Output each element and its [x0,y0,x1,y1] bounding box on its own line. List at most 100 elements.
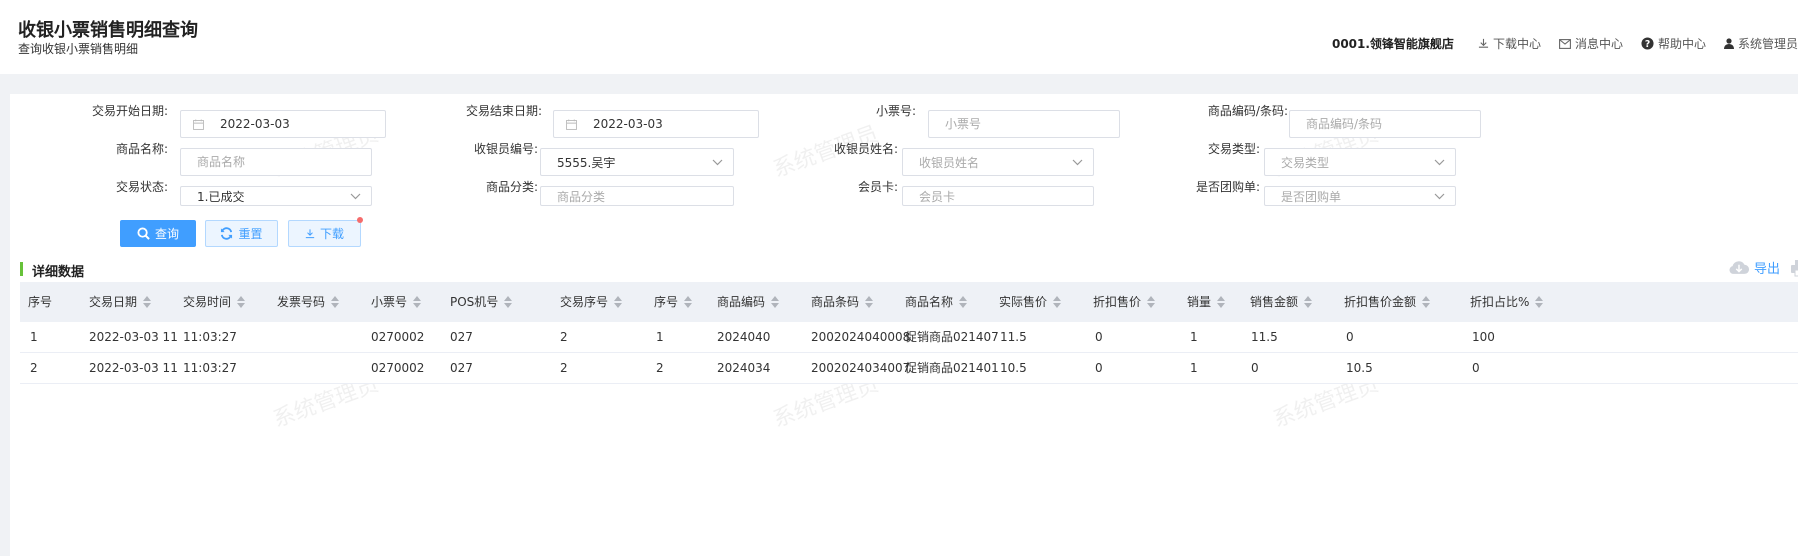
col-header[interactable]: 折扣售价 [1093,282,1156,322]
cell-discount-price: 0 [1095,330,1103,344]
trade-type-select[interactable]: 交易类型 [1264,148,1456,176]
table-header: 序号 交易日期 交易时间 发票号码 小票号 POS机号 交易序号 序号 商品编码… [20,282,1798,322]
barcode-field[interactable] [1290,111,1480,137]
cashier-no-select[interactable]: 5555.吴宇 [540,148,734,176]
end-date-picker[interactable]: 2022-03-03 [553,110,759,138]
trade-status-value: 1.已成交 [197,189,245,204]
product-name-field[interactable] [181,149,371,175]
sort-icon[interactable] [1535,296,1544,308]
sort-icon[interactable] [331,296,340,308]
col-header[interactable]: 销售金额 [1250,282,1313,322]
table-row[interactable]: 2 2022-03-03 11:03: 11:03:27 0270002 027… [20,353,1798,384]
col-header[interactable]: POS机号 [450,282,513,322]
reset-button[interactable]: 重置 [205,220,278,247]
barcode-label: 商品编码/条码: [1207,104,1288,118]
cell-product-name: 促销商品021401 [905,361,999,375]
cell-trade-time: 11:03:27 [183,330,237,344]
start-date-value: 2022-03-03 [220,117,290,131]
section-accent-bar [20,262,23,276]
cell-row-no: 2 [30,361,38,375]
category-input[interactable]: 商品分类 [540,186,734,206]
receipt-no-field[interactable] [929,111,1119,137]
sort-icon[interactable] [1053,296,1062,308]
col-header[interactable]: 商品名称 [905,282,968,322]
col-header[interactable]: 实际售价 [999,282,1062,322]
category-placeholder: 商品分类 [557,189,606,204]
cell-seq: 1 [656,330,664,344]
store-name[interactable]: 0001.领锋智能旗舰店 [1332,35,1454,52]
download-label: 下载 [319,227,344,241]
category-label: 商品分类: [485,180,538,194]
export-link[interactable]: 导出 [1754,258,1780,277]
cell-product-name: 促销商品021407 [905,330,999,344]
sort-icon[interactable] [771,296,780,308]
help-center-link[interactable]: ? 帮助中心 [1641,35,1706,52]
trade-status-select[interactable]: 1.已成交 [180,186,372,206]
sort-icon[interactable] [1422,296,1431,308]
col-header[interactable]: 折扣占比% [1470,282,1544,322]
cashier-name-select[interactable]: 收银员姓名 [902,148,1094,176]
cell-receipt-no: 0270002 [371,361,425,375]
col-header[interactable]: 交易日期 [89,282,152,322]
cell-quantity: 1 [1190,330,1198,344]
end-date-value: 2022-03-03 [593,117,663,131]
group-buy-select[interactable]: 是否团购单 [1264,186,1456,206]
sort-icon[interactable] [614,296,623,308]
main-panel: 系统管理员 系统管理员 系统管理员 系统管理员 系统管理员 系统管理员 交易开始… [10,94,1798,556]
member-card-input[interactable]: 会员卡 [902,186,1094,206]
col-header[interactable]: 折扣售价金额 [1344,282,1431,322]
calendar-icon [193,118,204,130]
trade-type-placeholder: 交易类型 [1281,155,1330,170]
col-header[interactable]: 销量 [1187,282,1226,322]
message-center-link[interactable]: 消息中心 [1559,35,1623,52]
product-name-input[interactable] [180,148,372,176]
cell-quantity: 1 [1190,361,1198,375]
col-header[interactable]: 发票号码 [277,282,340,322]
cell-discount-amount: 0 [1346,330,1354,344]
col-header[interactable]: 交易序号 [560,282,623,322]
sort-icon[interactable] [1217,296,1226,308]
cashier-no-value: 5555.吴宇 [557,155,616,170]
start-date-picker[interactable]: 2022-03-03 [180,110,386,138]
cell-actual-price: 10.5 [1000,361,1027,375]
mail-icon [1559,38,1571,49]
sort-icon[interactable] [1147,296,1156,308]
cell-discount-price: 0 [1095,361,1103,375]
col-header[interactable]: 交易时间 [183,282,246,322]
query-label: 查询 [154,227,179,241]
sort-icon[interactable] [504,296,513,308]
export-toolbar: 导出 [1728,258,1798,277]
cell-pos-no: 027 [450,361,473,375]
download-center-link[interactable]: 下载中心 [1478,35,1541,52]
col-header[interactable]: 序号 [654,282,693,322]
col-header[interactable]: 商品编码 [717,282,780,322]
download-button[interactable]: 下载 [288,217,363,247]
sort-icon[interactable] [865,296,874,308]
help-center-label: 帮助中心 [1657,37,1706,51]
sort-icon[interactable] [684,296,693,308]
user-name: 系统管理员 [1737,37,1798,51]
cloud-download-icon[interactable] [1728,259,1750,276]
sort-icon[interactable] [959,296,968,308]
search-icon [137,227,150,240]
receipt-no-input[interactable] [928,110,1120,138]
cell-discount-amount: 10.5 [1346,361,1373,375]
col-header[interactable]: 序号 [28,282,52,322]
cell-product-code: 2024040 [717,330,771,344]
col-header[interactable]: 小票号 [371,282,422,322]
download-center-label: 下载中心 [1492,37,1541,51]
sort-icon[interactable] [413,296,422,308]
barcode-input[interactable] [1289,110,1481,138]
sort-icon[interactable] [1304,296,1313,308]
user-menu[interactable]: 系统管理员 [1723,35,1798,52]
cell-trade-seq: 2 [560,361,568,375]
sort-icon[interactable] [143,296,152,308]
chevron-down-icon [350,193,361,200]
table-row[interactable]: 1 2022-03-03 11:03: 11:03:27 0270002 027… [20,322,1798,353]
col-header[interactable]: 商品条码 [811,282,874,322]
printer-icon[interactable] [1790,259,1798,277]
calendar-icon [566,118,577,130]
query-button[interactable]: 查询 [120,220,196,247]
sort-icon[interactable] [237,296,246,308]
cell-trade-date: 2022-03-03 11:03: [89,330,179,344]
